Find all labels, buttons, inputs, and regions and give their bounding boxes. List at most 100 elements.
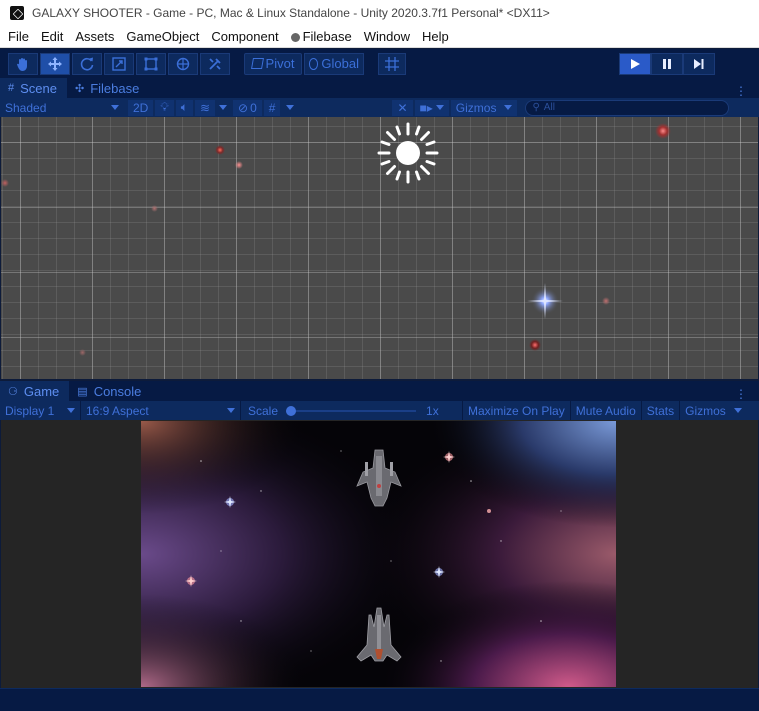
scene-star [655,123,671,139]
scale-slider[interactable] [286,405,417,416]
scene-star [151,205,158,212]
tab-console[interactable]: ▤ Console [69,381,151,401]
grid-snap-button[interactable] [378,52,406,75]
scene-gizmos-dropdown[interactable]: Gizmos [450,99,518,116]
shading-mode-value: Shaded [5,100,47,115]
effects-dropdown[interactable]: ≋ [194,99,216,116]
camera-dropdown[interactable]: ■▸ [414,99,449,116]
maximize-on-play-toggle[interactable]: Maximize On Play [463,401,571,420]
display-value: Display 1 [5,403,55,418]
shading-mode-dropdown[interactable]: Shaded [0,101,124,115]
aspect-chevron-icon [227,408,235,413]
rect-tool-button[interactable] [136,52,166,75]
scene-star [602,297,610,305]
menu-help[interactable]: Help [416,26,455,48]
tab-game[interactable]: ⚆ Game [0,381,70,401]
menu-window[interactable]: Window [358,26,416,48]
scene-view-toolbar: Shaded 2D 💡︎ 🔈︎ ≋ ⊘ 0 # ✕ ■▸ Gizmos ⚲ Al… [0,98,759,117]
scene-more-options-icon[interactable]: ⋮ [735,84,747,98]
camera-icon: ■▸ [419,100,433,115]
menu-file[interactable]: File [2,26,35,48]
status-bar [0,688,759,711]
maximize-label: Maximize On Play [468,403,565,418]
step-button[interactable] [683,52,715,75]
scene-star [235,161,243,169]
game-gizmos-chevron-icon [733,408,742,413]
window-title: GALAXY SHOOTER - Game - PC, Mac & Linux … [32,6,550,20]
play-icon [631,58,640,69]
eye-slash-icon: ⊘ [238,100,249,115]
directional-light-icon[interactable] [375,120,441,186]
game-view [1,420,758,688]
custom-tool-button[interactable] [200,52,230,75]
mute-audio-toggle[interactable]: Mute Audio [571,401,642,420]
effects-chevron-icon[interactable] [219,105,228,110]
game-viewport[interactable] [141,421,616,687]
hash-icon: # [8,82,15,94]
scale-control: Scale 1x [241,401,463,420]
move-tool-button[interactable] [40,52,70,75]
tab-scene[interactable]: # Scene [0,78,67,98]
pivot-toggle[interactable]: Pivot [244,52,302,75]
mode-2d-label: 2D [133,100,149,115]
scene-star [215,145,225,155]
scene-star [529,339,541,351]
hierarchy-search-input[interactable]: ⚲ All [525,99,730,116]
game-gizmos-dropdown[interactable]: Gizmos [680,401,747,420]
scene-view[interactable] [1,117,758,379]
scene-blue-star [527,283,563,319]
stats-toggle[interactable]: Stats [642,401,681,420]
scale-slider-handle[interactable] [286,405,297,416]
hand-tool-button[interactable] [8,52,38,75]
tab-filebase-label: Filebase [90,80,140,96]
grid-chevron-icon[interactable] [286,105,295,110]
grid-icon: # [268,100,276,115]
camera-chevron-icon [435,105,444,110]
gamepad-icon: ⚆ [8,385,18,398]
layers-icon: ≋ [199,100,211,115]
display-chevron-icon [67,408,75,413]
scale-tool-button[interactable] [104,52,134,75]
game-more-options-icon[interactable]: ⋮ [735,387,747,401]
title-bar: GALAXY SHOOTER - Game - PC, Mac & Linux … [0,0,759,26]
mode-2d-toggle[interactable]: 2D [128,99,154,116]
scene-star [1,179,9,187]
menu-edit[interactable]: Edit [35,26,69,48]
main-toolbar: Pivot Global [0,49,759,78]
scene-gizmos-label: Gizmos [455,100,497,115]
grid-visibility-toggle[interactable]: # [263,99,281,116]
console-icon: ▤ [77,385,88,398]
menu-bar: File Edit Assets GameObject Component Fi… [0,26,759,48]
rect-icon [144,57,158,70]
pivot-icon [250,58,264,69]
menu-filebase[interactable]: Filebase [285,26,358,48]
search-placeholder: All [543,102,555,113]
transform-tool-button[interactable] [168,52,198,75]
tab-console-label: Console [93,383,142,399]
lighting-toggle[interactable]: 💡︎ [155,99,174,116]
tools-icon: ✕ [397,100,408,115]
search-icon: ⚲ [532,102,540,113]
play-button[interactable] [619,52,651,75]
transform-icon [176,57,190,70]
audio-toggle[interactable]: 🔈︎ [175,99,193,116]
grid-snap-icon [385,56,399,71]
tab-filebase[interactable]: ✣ Filebase [67,78,149,98]
display-dropdown[interactable]: Display 1 [0,401,81,420]
hidden-objects-toggle[interactable]: ⊘ 0 [233,99,262,116]
aspect-value: 16:9 Aspect [86,403,149,418]
rotate-tool-button[interactable] [72,52,102,75]
pause-button[interactable] [651,52,683,75]
scale-label: Scale [248,403,279,418]
tab-game-label: Game [23,383,60,399]
chevron-down-icon [111,105,119,110]
menu-component[interactable]: Component [205,26,284,48]
tools-button[interactable]: ✕ [392,99,413,116]
pivot-label: Pivot [265,56,295,71]
step-icon [694,58,704,69]
menu-assets[interactable]: Assets [69,26,120,48]
menu-gameobject[interactable]: GameObject [120,26,205,48]
aspect-dropdown[interactable]: 16:9 Aspect [81,401,241,420]
global-toggle[interactable]: Global [304,52,364,75]
scale-value: 1x [426,403,439,418]
